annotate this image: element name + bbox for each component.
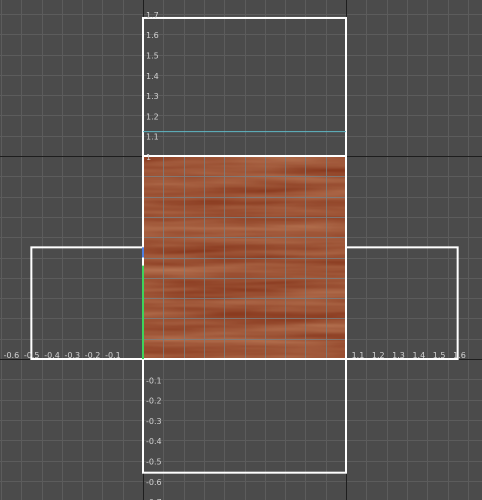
u-label: 1.5 [433,351,446,360]
u-label: -0.6 [4,351,20,360]
v-label: -0.5 [146,458,162,467]
u-label: 1.3 [392,351,405,360]
uv-canvas[interactable]: -0.7-0.6-0.5-0.4-0.3-0.2-0.11.11.21.31.4… [0,0,482,500]
v-label: -0.4 [146,437,162,446]
v-label: -0.6 [146,478,162,487]
v-label: 1.3 [146,92,159,101]
uv-shell-top[interactable] [142,16,347,157]
uv-editor-viewport[interactable]: -0.7-0.6-0.5-0.4-0.3-0.2-0.11.11.21.31.4… [0,0,482,500]
texture-layer [143,156,346,359]
v-label: 1.7 [146,11,159,20]
v-label: -0.2 [146,397,162,406]
v-label: 1.4 [146,72,159,81]
uv-shell-right[interactable] [345,246,459,361]
uv-shell-bottom[interactable] [142,358,347,474]
u-label: -0.5 [24,351,40,360]
u-label: -0.3 [64,351,80,360]
v-label: 1.1 [146,133,159,142]
v-label: -0.1 [146,376,162,385]
u-label: -0.1 [105,351,121,360]
v-label: 1.6 [146,31,159,40]
v-label: 1.2 [146,112,159,121]
u-label: -0.2 [85,351,101,360]
wood-grain [143,156,346,359]
u-label: -0.4 [44,351,60,360]
u-label: 1.6 [453,351,466,360]
uv-shell-left[interactable] [30,246,145,361]
u-label: 1.1 [352,351,365,360]
v-label: 1.5 [146,52,159,61]
u-label: 1.4 [412,351,425,360]
u-label: 1.2 [372,351,385,360]
v-label: 1 [146,153,151,162]
v-label: -0.3 [146,417,162,426]
